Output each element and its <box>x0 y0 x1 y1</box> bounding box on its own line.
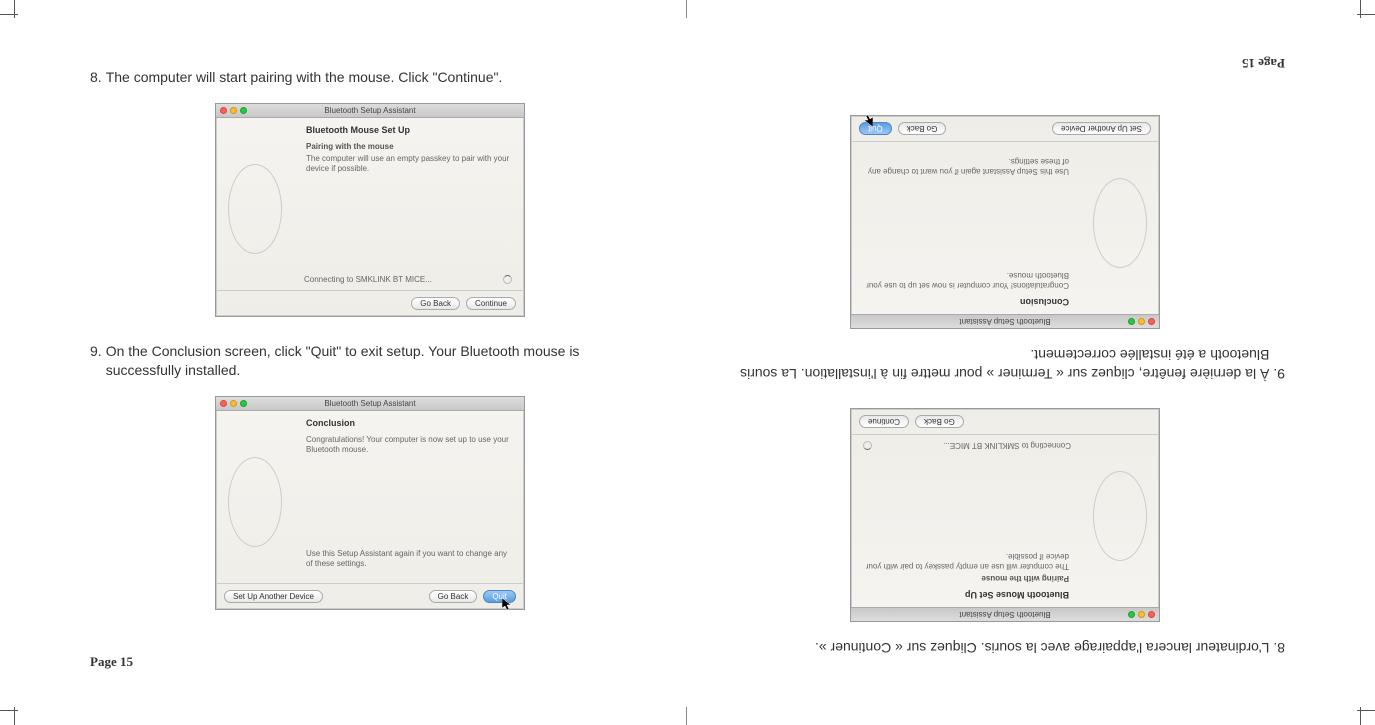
screenshot-conclusion: Bluetooth Setup Assistant Conclusion Con… <box>215 396 525 610</box>
close-icon <box>220 400 227 407</box>
pairing-sub: Pairing with the mouse <box>306 142 512 151</box>
pairing-titlebar: Bluetooth Setup Assistant <box>216 104 524 118</box>
window-controls <box>1128 318 1155 325</box>
pairing-footer: Go Back Continue <box>216 290 524 316</box>
conclusion-text2-fr: Use this Setup Assistant again if you wa… <box>863 155 1069 176</box>
pairing-body: Bluetooth Mouse Set Up Pairing with the … <box>294 118 524 290</box>
go-back-button: Go Back <box>915 415 964 428</box>
pairing-heading: Bluetooth Mouse Set Up <box>306 125 512 135</box>
window-controls <box>1128 611 1155 618</box>
step-8-number: 8. <box>90 68 102 88</box>
pairing-status-fr: Connecting to SMKLINK BT MICE... <box>863 441 1071 450</box>
step-8-text: The computer will start pairing with the… <box>106 68 650 88</box>
go-back-button: Go Back <box>898 122 947 135</box>
conclusion-footer: Set Up Another Device Go Back Quit <box>216 583 524 609</box>
conclusion-body: Conclusion Congratulations! Your compute… <box>294 411 524 583</box>
screenshot-pairing-fr: Bluetooth Setup Assistant Bluetooth Mous… <box>850 408 1160 622</box>
conclusion-footer-fr: Set Up Another Device Go Back Quit <box>851 116 1159 142</box>
quit-button: Quit <box>483 590 516 603</box>
step-8-fr: 8. L'ordinateur lancera l'appairage avec… <box>725 637 1285 657</box>
setup-another-button: Set Up Another Device <box>1052 122 1151 135</box>
pairing-footer-fr: Go Back Continue <box>851 409 1159 435</box>
pairing-title-fr: Bluetooth Setup Assistant <box>959 610 1050 619</box>
zoom-icon <box>240 400 247 407</box>
spinner-icon <box>863 441 872 450</box>
continue-button: Continue <box>859 415 909 428</box>
pairing-status: Connecting to SMKLINK BT MICE... <box>304 275 512 284</box>
step-9-text-fr: À la dernière fenêtre, cliquez sur « Ter… <box>725 344 1269 383</box>
close-icon <box>220 107 227 114</box>
pairing-status-text-fr: Connecting to SMKLINK BT MICE... <box>943 441 1071 450</box>
conclusion-text2: Use this Setup Assistant again if you wa… <box>306 549 512 570</box>
pairing-titlebar-fr: Bluetooth Setup Assistant <box>851 607 1159 621</box>
quit-button: Quit <box>859 122 892 135</box>
close-icon <box>1148 611 1155 618</box>
mouse-graphic <box>228 164 282 254</box>
conclusion-titlebar-fr: Bluetooth Setup Assistant <box>851 314 1159 328</box>
step-8-number-fr: 8. <box>1273 637 1285 657</box>
step-8-text-fr: L'ordinateur lancera l'appairage avec la… <box>725 637 1269 657</box>
minimize-icon <box>1138 318 1145 325</box>
page-number-left: Page 15 <box>90 654 133 670</box>
conclusion-heading: Conclusion <box>306 418 512 428</box>
screenshot-pairing: Bluetooth Setup Assistant Bluetooth Mous… <box>215 103 525 317</box>
minimize-icon <box>230 107 237 114</box>
pairing-text: The computer will use an empty passkey t… <box>306 154 512 175</box>
step-9-number: 9. <box>90 342 102 381</box>
pairing-title: Bluetooth Setup Assistant <box>324 106 415 115</box>
minimize-icon <box>1138 611 1145 618</box>
step-9-text: On the Conclusion screen, click "Quit" t… <box>106 342 650 381</box>
mouse-graphic <box>228 457 282 547</box>
window-controls <box>220 400 247 407</box>
conclusion-titlebar: Bluetooth Setup Assistant <box>216 397 524 411</box>
continue-button: Continue <box>466 297 516 310</box>
conclusion-heading-fr: Conclusion <box>863 297 1069 307</box>
conclusion-body-fr: Conclusion Congratulations! Your compute… <box>851 142 1081 314</box>
pairing-body-fr: Bluetooth Mouse Set Up Pairing with the … <box>851 435 1081 607</box>
conclusion-title: Bluetooth Setup Assistant <box>324 399 415 408</box>
page-left-english: 8. The computer will start pairing with … <box>20 0 675 725</box>
page-number-right: Page 15 <box>1242 55 1285 71</box>
content-left: 8. The computer will start pairing with … <box>90 68 650 635</box>
setup-another-button: Set Up Another Device <box>224 590 323 603</box>
screenshot-conclusion-fr: Bluetooth Setup Assistant Conclusion Con… <box>850 115 1160 329</box>
zoom-icon <box>1128 318 1135 325</box>
step-9-fr: 9. À la dernière fenêtre, cliquez sur « … <box>725 344 1285 383</box>
step-9: 9. On the Conclusion screen, click "Quit… <box>90 342 650 381</box>
pairing-heading-fr: Bluetooth Mouse Set Up <box>863 590 1069 600</box>
page-right-french: 8. L'ordinateur lancera l'appairage avec… <box>700 0 1355 725</box>
zoom-icon <box>1128 611 1135 618</box>
close-icon <box>1148 318 1155 325</box>
go-back-button: Go Back <box>429 590 478 603</box>
pairing-sub-fr: Pairing with the mouse <box>863 574 1069 583</box>
window-controls <box>220 107 247 114</box>
conclusion-text1-fr: Congratulations! Your computer is now se… <box>863 269 1069 290</box>
zoom-icon <box>240 107 247 114</box>
mouse-graphic <box>1093 471 1147 561</box>
mouse-graphic <box>1093 178 1147 268</box>
conclusion-text1: Congratulations! Your computer is now se… <box>306 435 512 456</box>
content-right: 8. L'ordinateur lancera l'appairage avec… <box>725 90 1285 657</box>
step-8: 8. The computer will start pairing with … <box>90 68 650 88</box>
conclusion-title-fr: Bluetooth Setup Assistant <box>959 317 1050 326</box>
pairing-status-text: Connecting to SMKLINK BT MICE... <box>304 275 432 284</box>
minimize-icon <box>230 400 237 407</box>
spinner-icon <box>503 275 512 284</box>
go-back-button: Go Back <box>411 297 460 310</box>
step-9-number-fr: 9. <box>1273 344 1285 383</box>
pairing-text-fr: The computer will use an empty passkey t… <box>863 551 1069 572</box>
